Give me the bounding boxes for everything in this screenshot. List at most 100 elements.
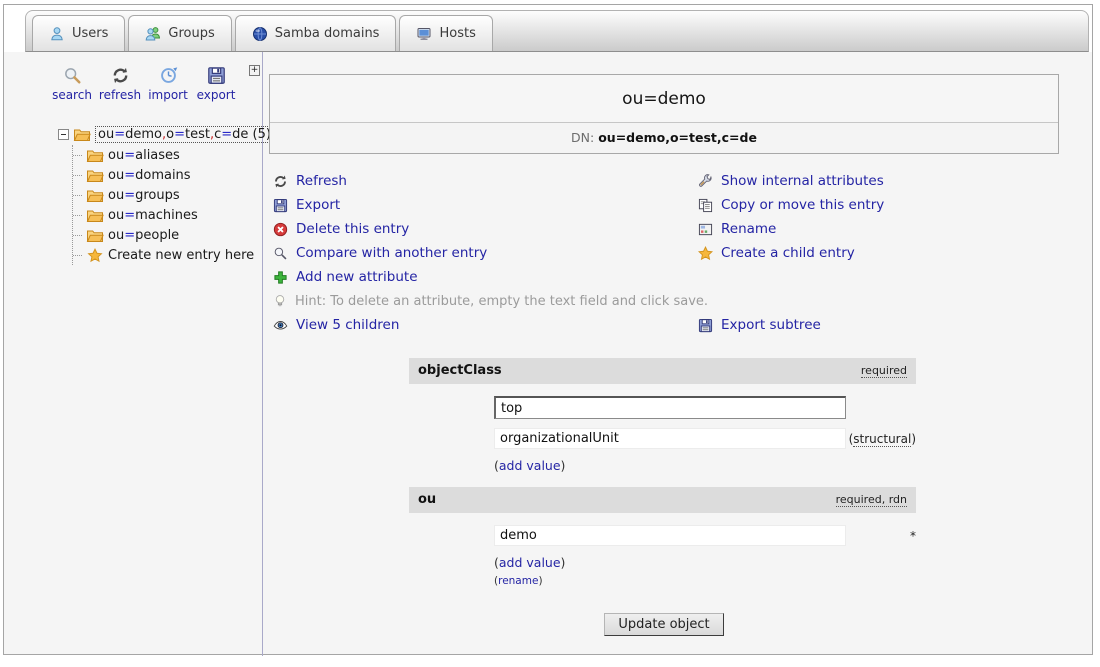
attribute-values: *(add value)(rename) <box>409 513 916 587</box>
tree-node-ou-machines[interactable]: ou=machines <box>73 205 262 225</box>
view-5-children-link[interactable]: View 5 children <box>273 313 698 337</box>
phpldapadmin-window: Users GroupsSamba domains Hosts + search re… <box>3 4 1093 655</box>
export-button[interactable]: export <box>192 66 240 102</box>
add-value-link[interactable]: (add value) <box>494 458 916 473</box>
attribute-section-objectClass: objectClass required (structural) (add valu… <box>409 358 916 473</box>
wrench-icon <box>698 174 713 189</box>
delete-this-entry-link[interactable]: Delete this entry <box>273 217 698 241</box>
sidebar: + search refresh import export ou=demo,o=te… <box>4 52 263 656</box>
user-icon <box>49 26 65 42</box>
search-button[interactable]: search <box>48 66 96 102</box>
tree-node-label: ou=domains <box>108 168 191 183</box>
tree-node-ou-people[interactable]: ou=people <box>73 225 262 245</box>
expand-tree-button[interactable]: + <box>249 65 260 76</box>
tree-node-label: ou=groups <box>108 188 180 203</box>
tab-label: Hosts <box>439 26 475 41</box>
attribute-name: objectClass <box>418 363 502 378</box>
show-internal-attributes-link[interactable]: Show internal attributes <box>698 169 1092 193</box>
folder-icon <box>86 208 104 223</box>
floppy-icon <box>273 198 288 213</box>
lightbulb-icon <box>273 294 287 309</box>
tree-root-label[interactable]: ou=demo,o=test,c=de (5) <box>95 126 274 143</box>
hint-text: Hint: To delete an attribute, empty the … <box>295 294 708 309</box>
export-subtree-link[interactable]: Export subtree <box>698 313 1092 337</box>
floppy-icon <box>207 66 226 85</box>
star-icon <box>698 246 713 261</box>
action-label: Rename <box>721 221 776 237</box>
action-label: Show internal attributes <box>721 173 884 189</box>
tree-node-label: ou=aliases <box>108 148 180 163</box>
attribute-form: objectClass required (structural) (add valu… <box>409 358 916 587</box>
entry-header: ou=demo DN:ou=demo,o=test,c=de <box>269 74 1059 154</box>
attribute-name: ou <box>418 492 436 507</box>
tab-users[interactable]: Users <box>32 15 125 51</box>
action-label: Refresh <box>296 173 347 189</box>
tree-root-node[interactable]: ou=demo,o=test,c=de (5) <box>58 124 262 145</box>
update-object-button[interactable]: Update object <box>604 613 723 636</box>
export-link[interactable]: Export <box>273 193 698 217</box>
add-value-link[interactable]: (add value) <box>494 555 916 570</box>
tab-groups[interactable]: Groups <box>128 15 231 51</box>
attribute-values: (structural) (add value) <box>409 384 916 473</box>
tab-strip: Users GroupsSamba domains Hosts <box>25 10 1089 52</box>
tab-hosts[interactable]: Hosts <box>399 15 492 51</box>
tool-label: search <box>52 88 92 102</box>
attribute-flags: required <box>861 364 907 378</box>
create-new-entry-node[interactable]: Create new entry here <box>73 245 262 265</box>
action-label: Export <box>296 197 340 213</box>
refresh-button[interactable]: refresh <box>96 66 144 102</box>
rename-link[interactable]: Rename <box>698 217 1092 241</box>
objectClass-value-input[interactable] <box>494 428 846 449</box>
entry-dn-row: DN:ou=demo,o=test,c=de <box>270 122 1058 153</box>
objectClass-value-input[interactable] <box>494 396 846 419</box>
add-new-attribute-link[interactable]: Add new attribute <box>273 265 698 289</box>
action-label: Delete this entry <box>296 221 409 237</box>
folder-icon <box>86 148 104 163</box>
host-icon <box>416 26 432 42</box>
dn-value: ou=demo,o=test,c=de <box>598 130 757 145</box>
tree-node-ou-groups[interactable]: ou=groups <box>73 185 262 205</box>
tree-node-label: ou=machines <box>108 208 198 223</box>
tool-label: import <box>148 88 188 102</box>
refresh-icon <box>111 66 130 85</box>
action-label: Create a child entry <box>721 245 855 261</box>
rename-icon <box>698 222 713 237</box>
create-entry-label: Create new entry here <box>108 248 254 263</box>
tree-node-ou-domains[interactable]: ou=domains <box>73 165 262 185</box>
copy-or-move-this-entry-link[interactable]: Copy or move this entry <box>698 193 1092 217</box>
tab-label: Users <box>72 26 108 41</box>
create-a-child-entry-link[interactable]: Create a child entry <box>698 241 1092 265</box>
hint: Hint: To delete an attribute, empty the … <box>273 289 1092 313</box>
tool-label: export <box>197 88 236 102</box>
tab-samba-domains[interactable]: Samba domains <box>235 15 397 51</box>
import-button[interactable]: import <box>144 66 192 102</box>
attribute-flags: required, rdn <box>836 493 907 507</box>
add-icon <box>273 270 288 285</box>
content-area: + search refresh import export ou=demo,o=te… <box>4 52 1092 656</box>
action-label: Copy or move this entry <box>721 197 884 213</box>
copy-icon <box>698 198 713 213</box>
template-tab-bar: Users GroupsSamba domains Hosts <box>4 5 1092 52</box>
value-row: (structural) <box>494 428 916 449</box>
folder-icon <box>86 168 104 183</box>
value-note: (structural) <box>846 432 916 446</box>
attribute-header: objectClass required <box>409 358 916 384</box>
star-icon <box>86 248 104 263</box>
ou-value-input[interactable] <box>494 525 846 546</box>
action-label: Add new attribute <box>296 269 418 285</box>
import-icon <box>159 66 178 85</box>
ldap-tree: ou=demo,o=test,c=de (5) ou=aliases ou=dom… <box>58 124 262 265</box>
eye-icon <box>273 318 288 333</box>
folder-icon <box>73 127 91 142</box>
compare-with-another-entry-link[interactable]: Compare with another entry <box>273 241 698 265</box>
search-icon <box>63 66 82 85</box>
tree-node-ou-aliases[interactable]: ou=aliases <box>73 145 262 165</box>
form-footer: Update object <box>269 613 1059 636</box>
group-icon <box>145 26 161 42</box>
rename-link[interactable]: (rename) <box>494 575 916 587</box>
globe-icon <box>252 26 268 42</box>
collapse-node-icon[interactable] <box>58 129 69 140</box>
refresh-link[interactable]: Refresh <box>273 169 698 193</box>
folder-icon <box>86 188 104 203</box>
action-label: Compare with another entry <box>296 245 487 261</box>
